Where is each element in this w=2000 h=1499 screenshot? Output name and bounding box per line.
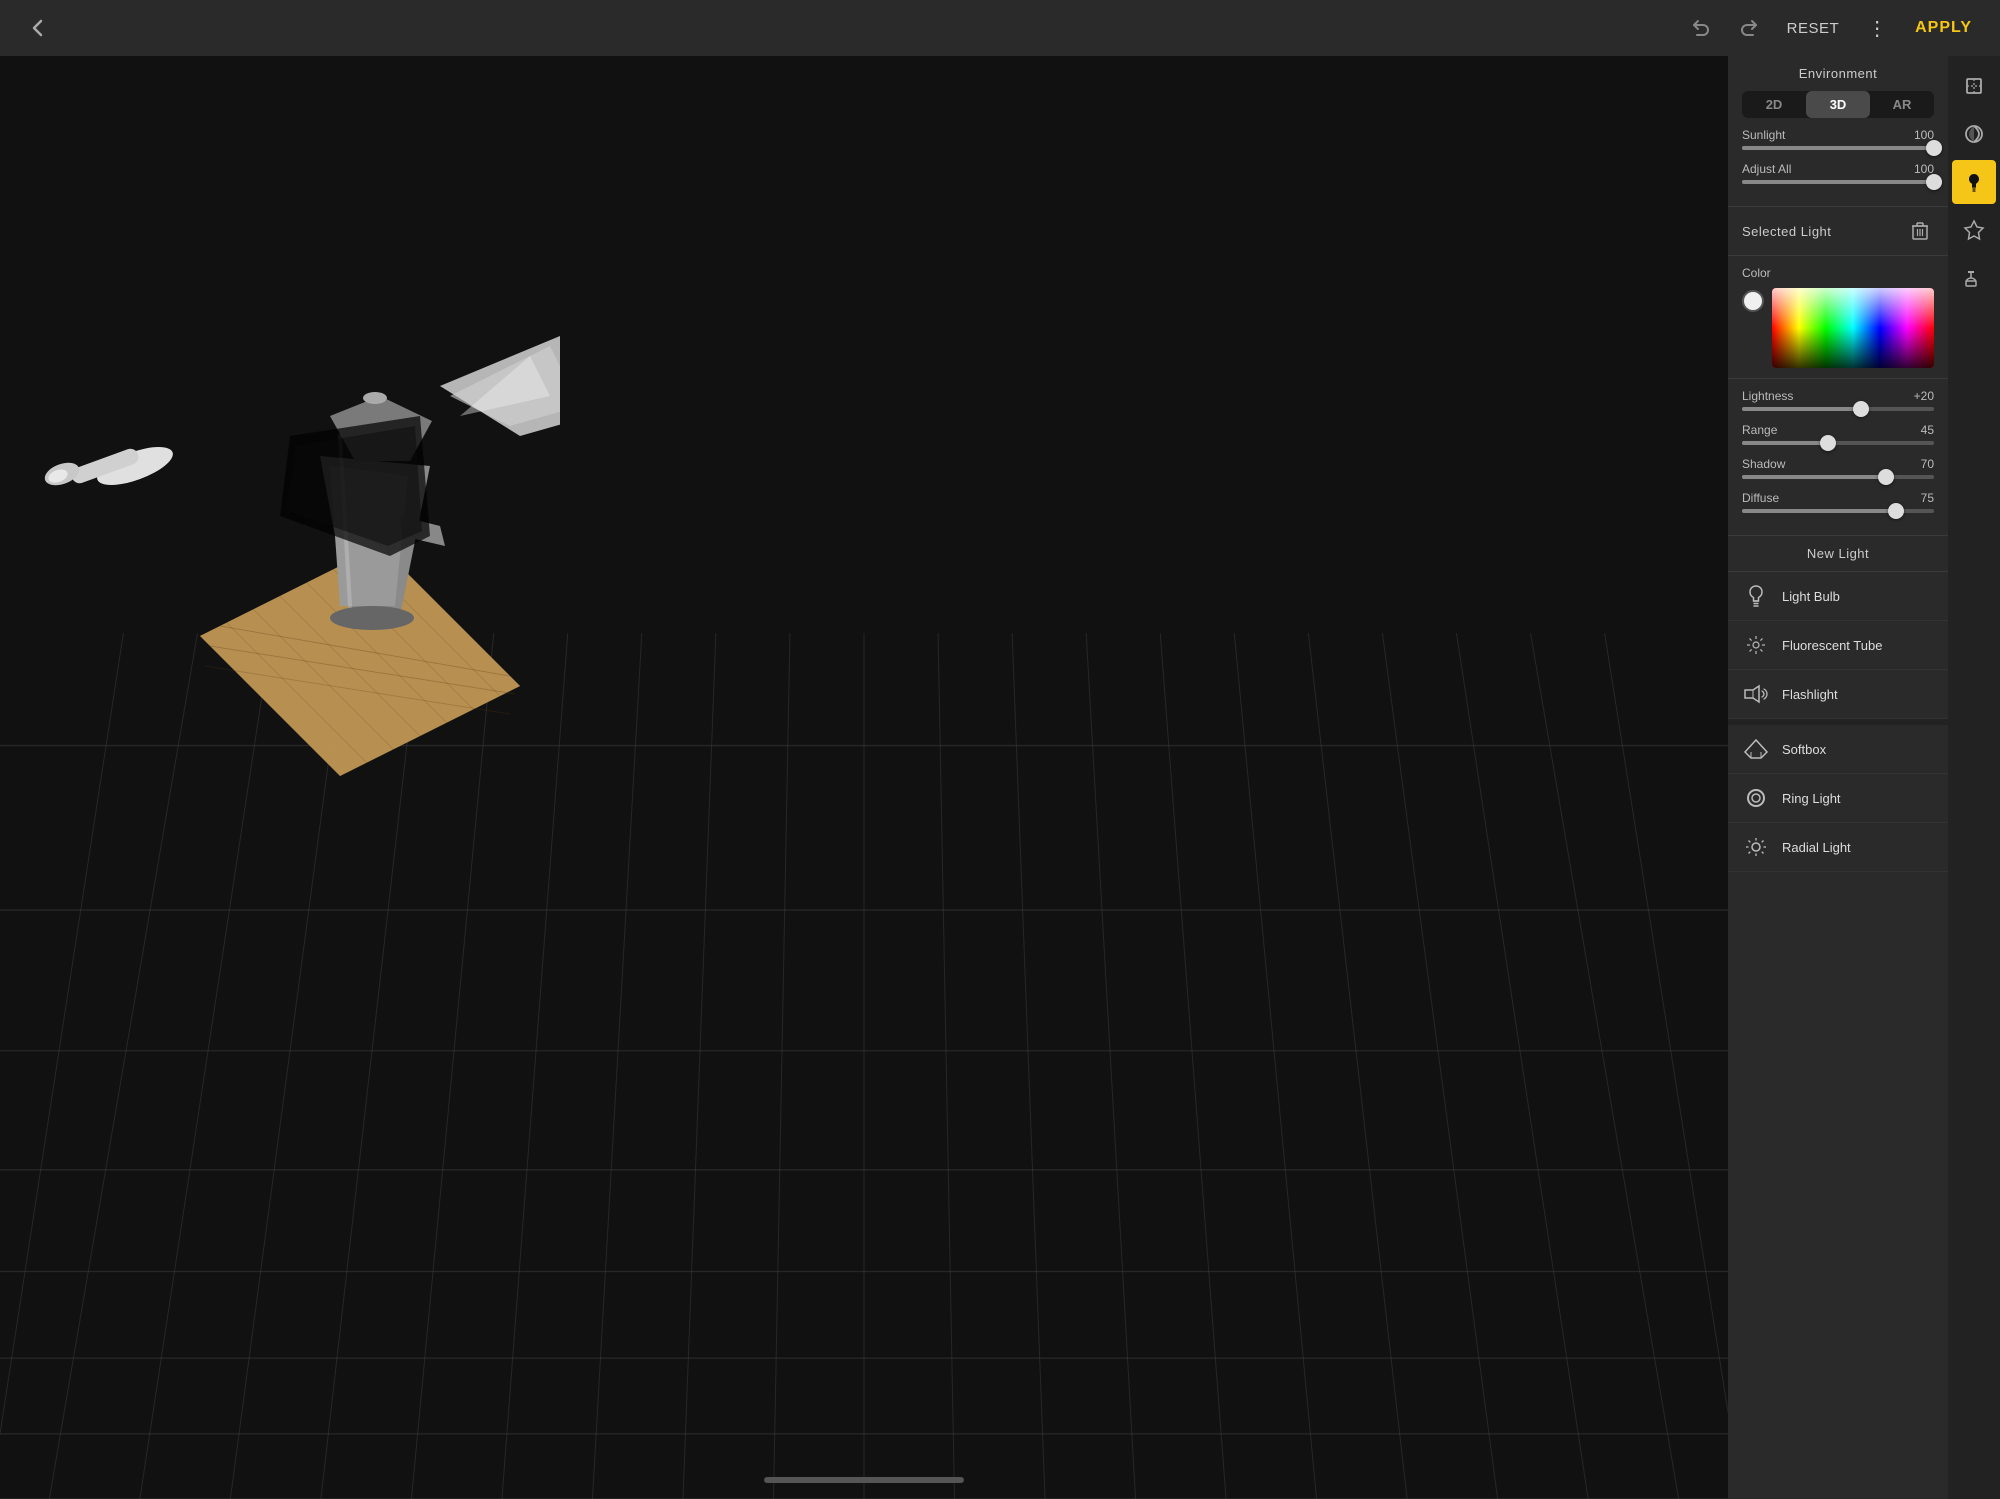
diffuse-slider-row: Diffuse 75 [1742, 491, 1934, 513]
viewport[interactable] [0, 56, 1728, 1499]
light-bulb-label: Light Bulb [1782, 589, 1840, 604]
delete-light-button[interactable] [1906, 217, 1934, 245]
selected-light-title: Selected Light [1742, 224, 1831, 239]
range-value: 45 [1921, 423, 1934, 437]
flashlight-item[interactable]: Flashlight [1728, 670, 1948, 719]
range-slider-row: Range 45 [1742, 423, 1934, 445]
ring-light-label: Ring Light [1782, 791, 1841, 806]
more-button[interactable]: ⋮ [1859, 10, 1895, 46]
light-bulb-icon [1742, 582, 1770, 610]
lightness-value: +20 [1914, 389, 1934, 403]
new-light-title: New Light [1742, 546, 1934, 561]
shadow-fill [1742, 475, 1886, 479]
crop-tool-button[interactable] [1952, 64, 1996, 108]
light-tool-button[interactable] [1952, 160, 1996, 204]
color-gradient-picker[interactable] [1772, 288, 1934, 368]
viewport-scene [0, 56, 1728, 1499]
shadow-thumb[interactable] [1878, 469, 1894, 485]
diffuse-fill [1742, 509, 1896, 513]
pin-tool-button[interactable] [1952, 208, 1996, 252]
diffuse-thumb[interactable] [1888, 503, 1904, 519]
selected-light-section: Selected Light [1728, 207, 1948, 256]
softbox-icon [1742, 735, 1770, 763]
sunlight-track[interactable] [1742, 146, 1934, 150]
shadow-slider-row: Shadow 70 [1742, 457, 1934, 479]
environment-section: Environment 2D 3D AR Sunlight 100 [1728, 56, 1948, 207]
shadow-label: Shadow [1742, 457, 1785, 471]
sunlight-fill [1742, 146, 1934, 150]
lightness-slider-row: Lightness +20 [1742, 389, 1934, 411]
diffuse-track[interactable] [1742, 509, 1934, 513]
view-ar-button[interactable]: AR [1870, 91, 1934, 118]
new-light-section: New Light [1728, 536, 1948, 572]
radial-light-icon [1742, 833, 1770, 861]
lightness-label: Lightness [1742, 389, 1793, 403]
fluorescent-tube-item[interactable]: Fluorescent Tube [1728, 621, 1948, 670]
apply-button[interactable]: APPLY [1907, 19, 1980, 37]
adjust-all-slider-row: Adjust All 100 [1742, 162, 1934, 184]
flashlight-icon [1742, 680, 1770, 708]
color-picker-row [1742, 288, 1934, 368]
reset-button[interactable]: RESET [1779, 20, 1848, 37]
main-content: Environment 2D 3D AR Sunlight 100 [0, 56, 2000, 1499]
radial-light-label: Radial Light [1782, 840, 1851, 855]
sunlight-slider-row: Sunlight 100 [1742, 128, 1934, 150]
adjust-all-label: Adjust All [1742, 162, 1791, 176]
back-button[interactable] [20, 10, 56, 46]
fluorescent-tube-label: Fluorescent Tube [1782, 638, 1882, 653]
home-indicator [764, 1477, 964, 1483]
fluorescent-tube-icon [1742, 631, 1770, 659]
light-properties-section: Lightness +20 Range 45 [1728, 379, 1948, 536]
softbox-label: Softbox [1782, 742, 1826, 757]
undo-button[interactable] [1683, 10, 1719, 46]
view-mode-toggle: 2D 3D AR [1742, 91, 1934, 118]
color-swatch[interactable] [1742, 290, 1764, 312]
sunlight-label: Sunlight [1742, 128, 1785, 142]
sunlight-thumb[interactable] [1926, 140, 1942, 156]
lightness-thumb[interactable] [1853, 401, 1869, 417]
diffuse-label: Diffuse [1742, 491, 1779, 505]
shadow-value: 70 [1921, 457, 1934, 471]
ring-light-item[interactable]: Ring Light [1728, 774, 1948, 823]
topbar: RESET ⋮ APPLY [0, 0, 2000, 56]
diffuse-value: 75 [1921, 491, 1934, 505]
range-thumb[interactable] [1820, 435, 1836, 451]
adjust-all-track[interactable] [1742, 180, 1934, 184]
flashlight-label: Flashlight [1782, 687, 1838, 702]
adjust-all-thumb[interactable] [1926, 174, 1942, 190]
right-toolbar [1948, 56, 2000, 1499]
adjust-tool-button[interactable] [1952, 112, 1996, 156]
view-3d-button[interactable]: 3D [1806, 91, 1870, 118]
range-label: Range [1742, 423, 1777, 437]
environment-title: Environment [1742, 66, 1934, 81]
color-section: Color [1728, 256, 1948, 379]
ring-light-icon [1742, 784, 1770, 812]
range-track[interactable] [1742, 441, 1934, 445]
adjust-all-fill [1742, 180, 1934, 184]
view-2d-button[interactable]: 2D [1742, 91, 1806, 118]
paint-tool-button[interactable] [1952, 256, 1996, 300]
color-label: Color [1742, 266, 1934, 280]
softbox-item[interactable]: Softbox [1728, 725, 1948, 774]
lightness-fill [1742, 407, 1861, 411]
shadow-track[interactable] [1742, 475, 1934, 479]
range-fill [1742, 441, 1828, 445]
lightness-track[interactable] [1742, 407, 1934, 411]
radial-light-item[interactable]: Radial Light [1728, 823, 1948, 872]
right-panel: Environment 2D 3D AR Sunlight 100 [1728, 56, 1948, 1499]
light-bulb-item[interactable]: Light Bulb [1728, 572, 1948, 621]
redo-button[interactable] [1731, 10, 1767, 46]
